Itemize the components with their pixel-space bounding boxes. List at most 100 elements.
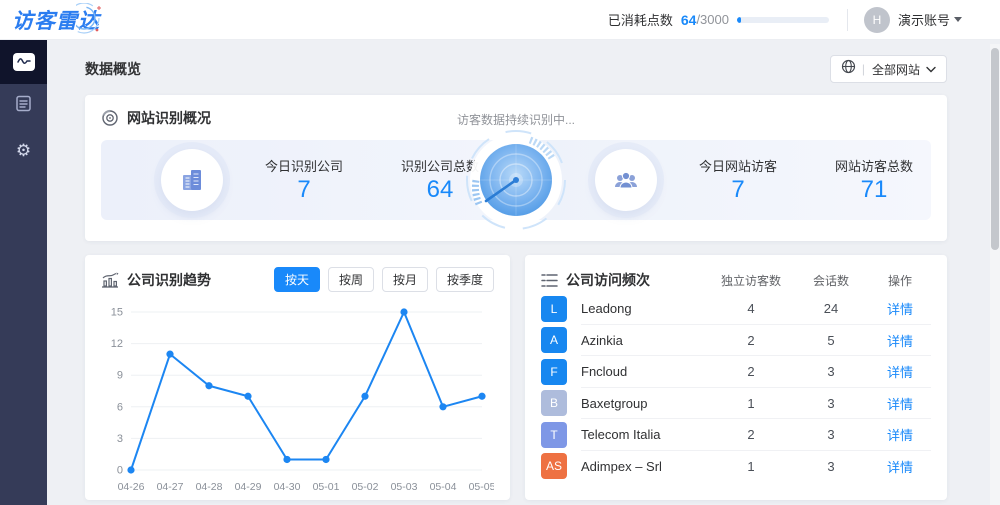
svg-text:04-28: 04-28 [196,481,223,493]
logo-text: 访客雷达 [12,5,100,35]
sidebar-item-report[interactable] [0,84,47,128]
detail-link[interactable]: 详情 [869,457,931,476]
stat-value: 7 [683,176,793,204]
detail-link[interactable]: 详情 [869,331,931,350]
sidebar-item-dashboard[interactable] [0,40,47,84]
bottom-row: 公司识别趋势 按天 按周 按月 按季度 0369121504-2604-2704… [85,255,947,500]
sessions-count: 3 [793,364,869,379]
table-row: L Leadong 4 24 详情 [541,293,931,325]
avatar[interactable]: H [864,7,890,33]
account-name[interactable]: 演示账号 [898,10,950,29]
trend-chart-icon [101,272,119,288]
stat-value: 7 [249,176,359,204]
detail-link[interactable]: 详情 [869,425,931,444]
svg-text:04-30: 04-30 [274,481,301,493]
svg-text:6: 6 [117,401,123,413]
account-caret-icon[interactable] [954,17,962,22]
svg-text:04-29: 04-29 [235,481,262,493]
overview-status-text: 访客数据持续识别中... [85,111,947,128]
svg-text:9: 9 [117,370,123,382]
stat-label: 网站访客总数 [819,156,929,175]
company-name: Adimpex – Srl [581,459,662,474]
detail-link[interactable]: 详情 [869,394,931,413]
chevron-down-icon [926,66,936,73]
scrollbar-thumb[interactable] [991,48,999,250]
frequency-title: 公司访问频次 [566,270,650,290]
globe-icon [841,59,856,79]
radar-gauge [464,128,568,232]
column-header-sessions: 会话数 [793,272,869,289]
visitors-count: 2 [709,364,793,379]
sidebar-item-settings[interactable]: ⚙ [0,128,47,172]
site-selector[interactable]: | 全部网站 [830,55,947,83]
company-name: Fncloud [581,364,627,379]
page-title: 数据概览 [85,59,141,79]
main-content: 数据概览 | 全部网站 [47,40,1000,505]
company-avatar: F [541,359,567,385]
trend-card-header: 公司识别趋势 按天 按周 按月 按季度 [101,267,494,292]
tab-by-quarter[interactable]: 按季度 [436,267,494,292]
company-stats-group: 今日识别公司 7 识别公司总数 64 [101,140,497,220]
points-label: 已消耗点数 [608,10,673,29]
document-icon [15,95,32,117]
sidebar: ⚙ [0,40,47,505]
company-name: Azinkia [581,333,623,348]
table-row: T Telecom Italia 2 3 详情 [541,419,931,451]
points-total-value: /3000 [696,12,729,27]
svg-text:05-01: 05-01 [313,481,340,493]
column-header-action: 操作 [869,272,931,289]
selector-divider: | [862,62,865,76]
table-row: AS Adimpex – Srl 1 3 详情 [541,451,931,483]
frequency-card: 公司访问频次 独立访客数 会话数 操作 L Leadong 4 24 详情 [525,255,947,500]
trend-tabs: 按天 按周 按月 按季度 [274,267,494,292]
table-row: B Baxetgroup 1 3 详情 [541,388,931,420]
company-name: Telecom Italia [581,427,660,442]
visitors-count: 4 [709,301,793,316]
svg-text:04-27: 04-27 [157,481,184,493]
company-avatar: L [541,296,567,322]
stat-value: 71 [819,176,929,204]
tab-by-week[interactable]: 按周 [328,267,374,292]
detail-link[interactable]: 详情 [869,362,931,381]
company-avatar: B [541,390,567,416]
tab-by-month[interactable]: 按月 [382,267,428,292]
top-header: 访客雷达 已消耗点数 64 /3000 H 演示账号 [0,0,1000,40]
sessions-count: 5 [793,333,869,348]
visitors-count: 2 [709,427,793,442]
company-avatar: A [541,327,567,353]
table-row: A Azinkia 2 5 详情 [541,325,931,357]
sessions-count: 3 [793,459,869,474]
app-window: 访客雷达 已消耗点数 64 /3000 H 演示账号 [0,0,1000,505]
building-icon [161,149,223,211]
points-progress-bar [737,17,829,23]
svg-text:04-26: 04-26 [118,481,145,493]
stat-label: 今日网站访客 [683,156,793,175]
company-avatar: T [541,422,567,448]
scrollbar[interactable] [990,44,1000,505]
site-selector-value: 全部网站 [872,61,920,78]
trend-card: 公司识别趋势 按天 按周 按月 按季度 0369121504-2604-2704… [85,255,510,500]
svg-text:05-02: 05-02 [352,481,379,493]
stat-companies-today: 今日识别公司 7 [249,156,359,204]
trend-title: 公司识别趋势 [127,270,211,290]
visitors-count: 2 [709,333,793,348]
tab-by-day[interactable]: 按天 [274,267,320,292]
overview-stats-panel: 今日识别公司 7 识别公司总数 64 [101,140,931,220]
header-divider [847,9,848,31]
overview-card: 网站识别概况 访客数据持续识别中... 今日识别公司 [85,95,947,241]
sessions-count: 3 [793,427,869,442]
svg-text:05-03: 05-03 [391,481,418,493]
header-right: 已消耗点数 64 /3000 H 演示账号 [608,7,1000,33]
table-row: F Fncloud 2 3 详情 [541,356,931,388]
column-header-visitors: 独立访客数 [709,272,793,289]
svg-text:0: 0 [117,465,123,477]
dashboard-trend-icon [13,53,35,71]
visitors-icon [595,149,657,211]
page-header: 数据概览 | 全部网站 [85,55,947,83]
sessions-count: 24 [793,301,869,316]
svg-text:12: 12 [111,338,123,350]
stat-visitors-today: 今日网站访客 7 [683,156,793,204]
detail-link[interactable]: 详情 [869,299,931,318]
company-avatar: AS [541,453,567,479]
logo[interactable]: 访客雷达 [12,0,102,40]
